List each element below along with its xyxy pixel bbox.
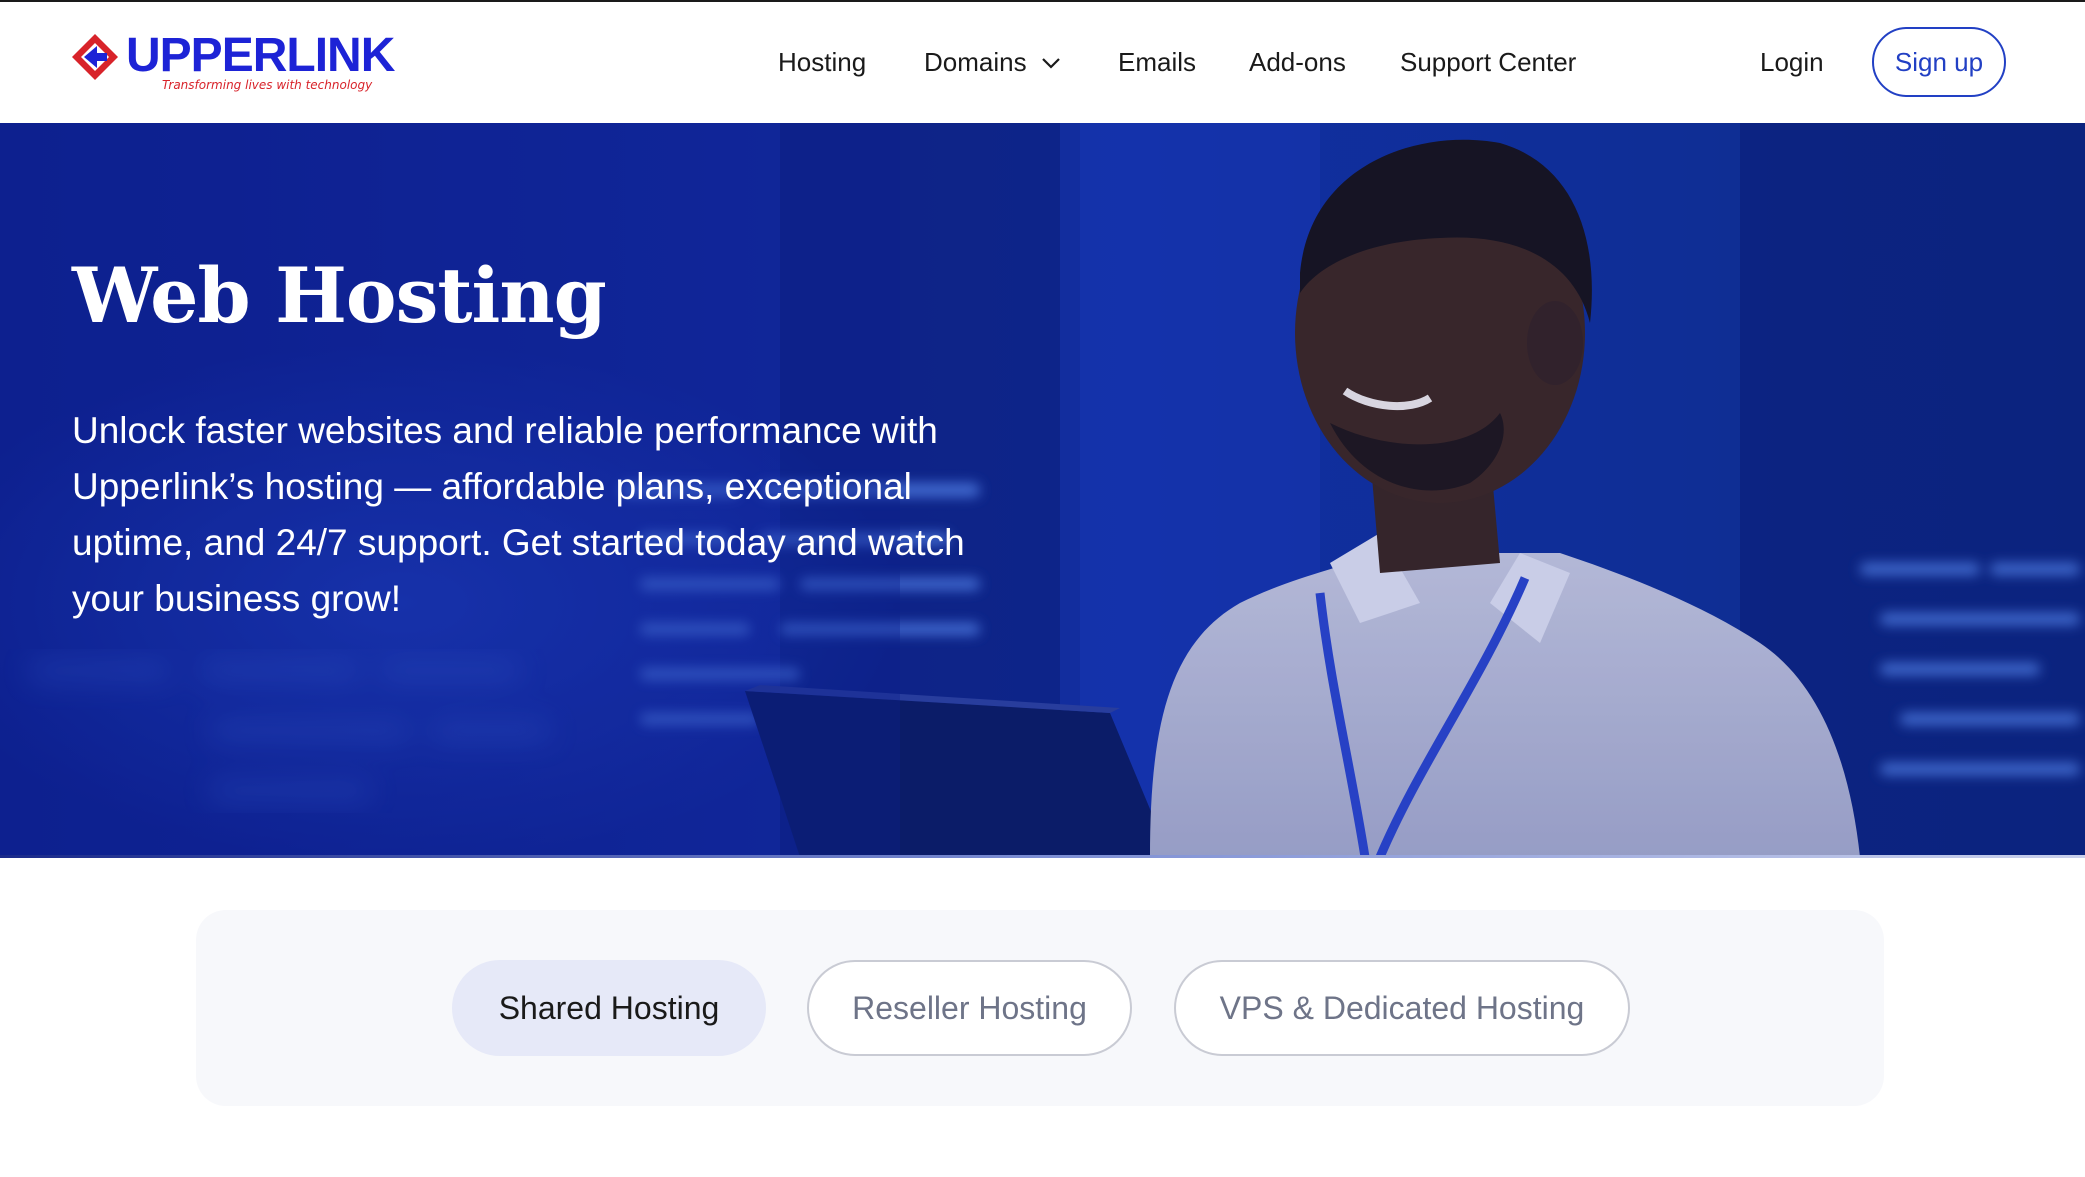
signup-button[interactable]: Sign up (1872, 27, 2006, 97)
nav-addons-label: Add-ons (1249, 47, 1346, 77)
nav-domains[interactable]: Domains (924, 2, 1061, 123)
tab-vps-dedicated-hosting[interactable]: VPS & Dedicated Hosting (1174, 960, 1630, 1056)
nav-support-center[interactable]: Support Center (1400, 2, 1576, 123)
nav-support-center-label: Support Center (1400, 47, 1577, 77)
hero-banner: Web Hosting Unlock faster websites and r… (0, 123, 2085, 857)
brand-logo[interactable]: UPPERLINK Transforming lives with techno… (70, 29, 395, 96)
navbar: UPPERLINK Transforming lives with techno… (0, 2, 2085, 123)
hero-description: Unlock faster websites and reliable perf… (72, 410, 965, 619)
brand-name: UPPERLINK (126, 29, 395, 82)
logo-mark-icon (72, 34, 118, 80)
brand-tagline: Transforming lives with technology (162, 78, 373, 92)
hero-title: Web Hosting (72, 251, 607, 340)
tab-reseller-hosting[interactable]: Reseller Hosting (807, 960, 1132, 1056)
login-link[interactable]: Login (1760, 2, 1824, 123)
tab-shared-hosting[interactable]: Shared Hosting (452, 960, 766, 1056)
nav-hosting-label: Hosting (778, 47, 867, 77)
nav-addons[interactable]: Add-ons (1249, 2, 1346, 123)
chevron-down-icon (1041, 57, 1061, 69)
hosting-type-tabs: Shared Hosting Reseller Hosting VPS & De… (196, 910, 1884, 1106)
nav-hosting[interactable]: Hosting (778, 2, 866, 123)
nav-domains-label: Domains (924, 47, 1027, 77)
nav-emails-label: Emails (1118, 47, 1197, 77)
nav-emails[interactable]: Emails (1118, 2, 1196, 123)
hero-bottom-divider (0, 855, 2085, 858)
